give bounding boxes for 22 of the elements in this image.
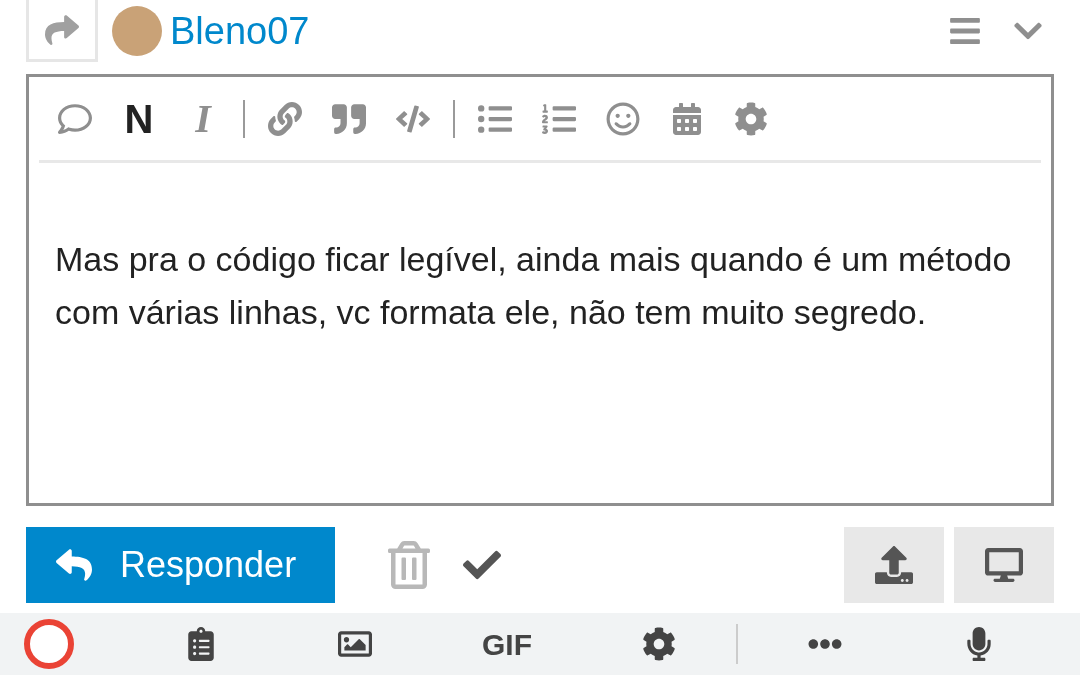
calendar-icon — [671, 102, 703, 135]
monitor-icon — [985, 545, 1023, 584]
upload-icon — [875, 545, 913, 584]
preview-button[interactable] — [954, 526, 1054, 603]
reply-arrow-icon — [56, 546, 92, 583]
quote-icon — [332, 101, 366, 136]
share-icon — [45, 12, 79, 47]
smiley-icon — [606, 101, 640, 136]
reply-button[interactable]: Responder — [26, 526, 335, 603]
link-icon — [268, 101, 302, 136]
numbered-list-icon — [542, 101, 576, 136]
editor-text[interactable]: Mas pra o código ficar legível, ainda mais quando é um método com várias linhas, vc formata ele, não tem muito segredo. — [55, 233, 1025, 339]
share-button[interactable] — [26, 0, 98, 62]
speech-bubble-icon — [58, 101, 92, 136]
gif-button[interactable]: GIF — [482, 621, 532, 667]
upload-button[interactable] — [844, 526, 944, 603]
username-link[interactable]: Bleno07 — [170, 2, 310, 60]
avatar — [112, 6, 162, 56]
settings-icon[interactable] — [642, 627, 676, 661]
settings-icon — [734, 101, 768, 136]
bold-button[interactable]: N — [107, 88, 171, 149]
trash-icon — [385, 540, 433, 589]
